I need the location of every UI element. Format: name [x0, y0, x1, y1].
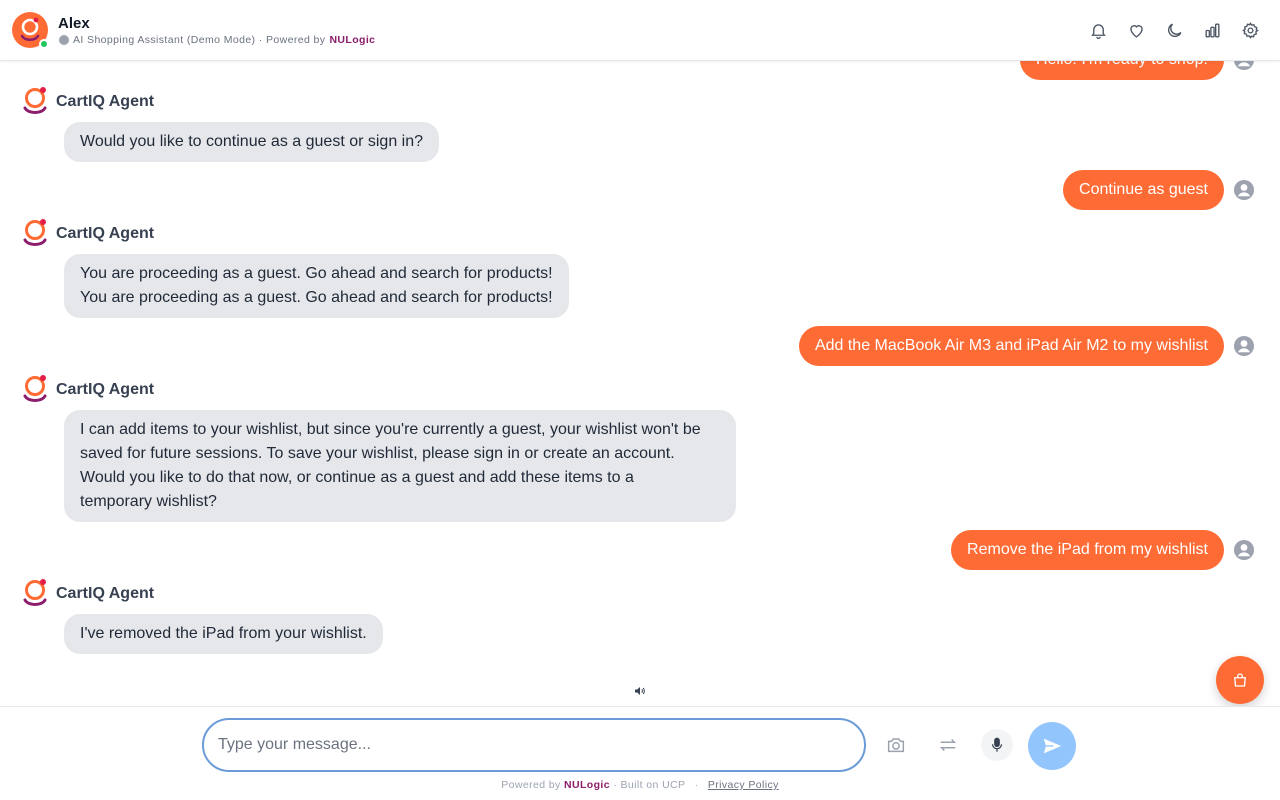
cart-button[interactable]: [1216, 656, 1264, 704]
user-avatar-icon: [1234, 336, 1254, 356]
gear-icon[interactable]: [1240, 18, 1260, 42]
agent-message-line: You are proceeding as a guest. Go ahead …: [80, 265, 553, 282]
cartiq-logo-icon: [23, 375, 47, 402]
brand-name: NULogic: [564, 779, 610, 791]
user-message: Remove the iPad from my wishlist: [951, 530, 1224, 570]
message-input[interactable]: [202, 718, 866, 772]
compare-button[interactable]: [932, 729, 964, 761]
microphone-icon: [991, 737, 1003, 752]
agent-header: CartIQ Agent: [22, 578, 154, 610]
heart-icon[interactable]: [1126, 18, 1146, 42]
shopping-bag-icon: [1234, 673, 1246, 687]
user-message: Add the MacBook Air M3 and iPad Air M2 t…: [798, 326, 1224, 366]
agent-message: I can add items to your wishlist, but si…: [64, 410, 736, 522]
info-icon: [59, 35, 69, 45]
agent-message: Would you like to continue as a guest or…: [64, 122, 440, 162]
bell-icon[interactable]: [1088, 18, 1108, 42]
brand-name: NULogic: [329, 34, 376, 46]
user-avatar-icon: [1234, 540, 1254, 560]
built-on-text: · Built on UCP: [613, 779, 686, 791]
agent-message-line: Would you like to continue as a guest or…: [80, 133, 424, 150]
agent-header: CartIQ Agent: [22, 218, 154, 250]
agent-header: CartIQ Agent: [22, 86, 154, 118]
assistant-avatar: [12, 12, 49, 49]
cartiq-logo-icon: [23, 87, 47, 114]
agent-header: CartIQ Agent: [22, 374, 154, 406]
camera-button[interactable]: [880, 729, 912, 761]
agent-message-line: saved for future sessions. To save your …: [80, 445, 675, 462]
app-header: Alex AI Shopping Assistant (Demo Mode) ·…: [0, 0, 1280, 61]
cartiq-logo-icon: [23, 219, 47, 246]
agent-name: CartIQ Agent: [56, 585, 155, 602]
send-icon: [1043, 738, 1062, 754]
agent-message-line: Would you like to do that now, or contin…: [80, 469, 634, 486]
send-button[interactable]: [1028, 722, 1076, 770]
agent-message-line: I can add items to your wishlist, but si…: [80, 421, 701, 438]
agent-message: You are proceeding as a guest. Go ahead …: [64, 254, 569, 318]
separator: ·: [694, 779, 699, 791]
user-avatar-icon: [1234, 180, 1254, 200]
moon-icon[interactable]: [1164, 18, 1184, 42]
user-message-text: Continue as guest: [1079, 181, 1208, 198]
chart-icon[interactable]: [1202, 18, 1222, 42]
agent-message: I've removed the iPad from your wishlist…: [64, 614, 383, 654]
agent-name: CartIQ Agent: [56, 93, 155, 110]
subtitle-text: AI Shopping Assistant (Demo Mode) · Powe…: [73, 34, 326, 46]
agent-message-line: temporary wishlist?: [80, 493, 217, 510]
chat-area[interactable]: Hello! I'm ready to shop! CartIQ Agent W…: [0, 0, 1280, 706]
assistant-name: Alex: [58, 15, 90, 32]
composer: Powered by NULogic · Built on UCP · Priv…: [0, 706, 1280, 800]
assistant-subtitle: AI Shopping Assistant (Demo Mode) · Powe…: [59, 34, 375, 46]
user-message-text: Remove the iPad from my wishlist: [967, 541, 1208, 558]
user-message: Continue as guest: [1063, 170, 1224, 210]
powered-by-text: Powered by: [501, 779, 561, 791]
camera-icon: [887, 738, 905, 753]
speaker-icon[interactable]: [634, 685, 646, 697]
online-status-dot: [39, 39, 49, 49]
agent-name: CartIQ Agent: [56, 381, 155, 398]
swap-arrows-icon: [939, 738, 957, 752]
microphone-button[interactable]: [981, 729, 1013, 761]
agent-message-line: You are proceeding as a guest. Go ahead …: [80, 289, 553, 306]
privacy-policy-link[interactable]: Privacy Policy: [708, 779, 779, 791]
user-message-text: Add the MacBook Air M3 and iPad Air M2 t…: [814, 337, 1208, 354]
footer-credits: Powered by NULogic · Built on UCP · Priv…: [0, 779, 1280, 791]
header-actions: [1088, 18, 1260, 42]
cartiq-logo-icon: [23, 579, 47, 606]
agent-message-line: I've removed the iPad from your wishlist…: [80, 625, 367, 642]
agent-name: CartIQ Agent: [56, 225, 155, 242]
